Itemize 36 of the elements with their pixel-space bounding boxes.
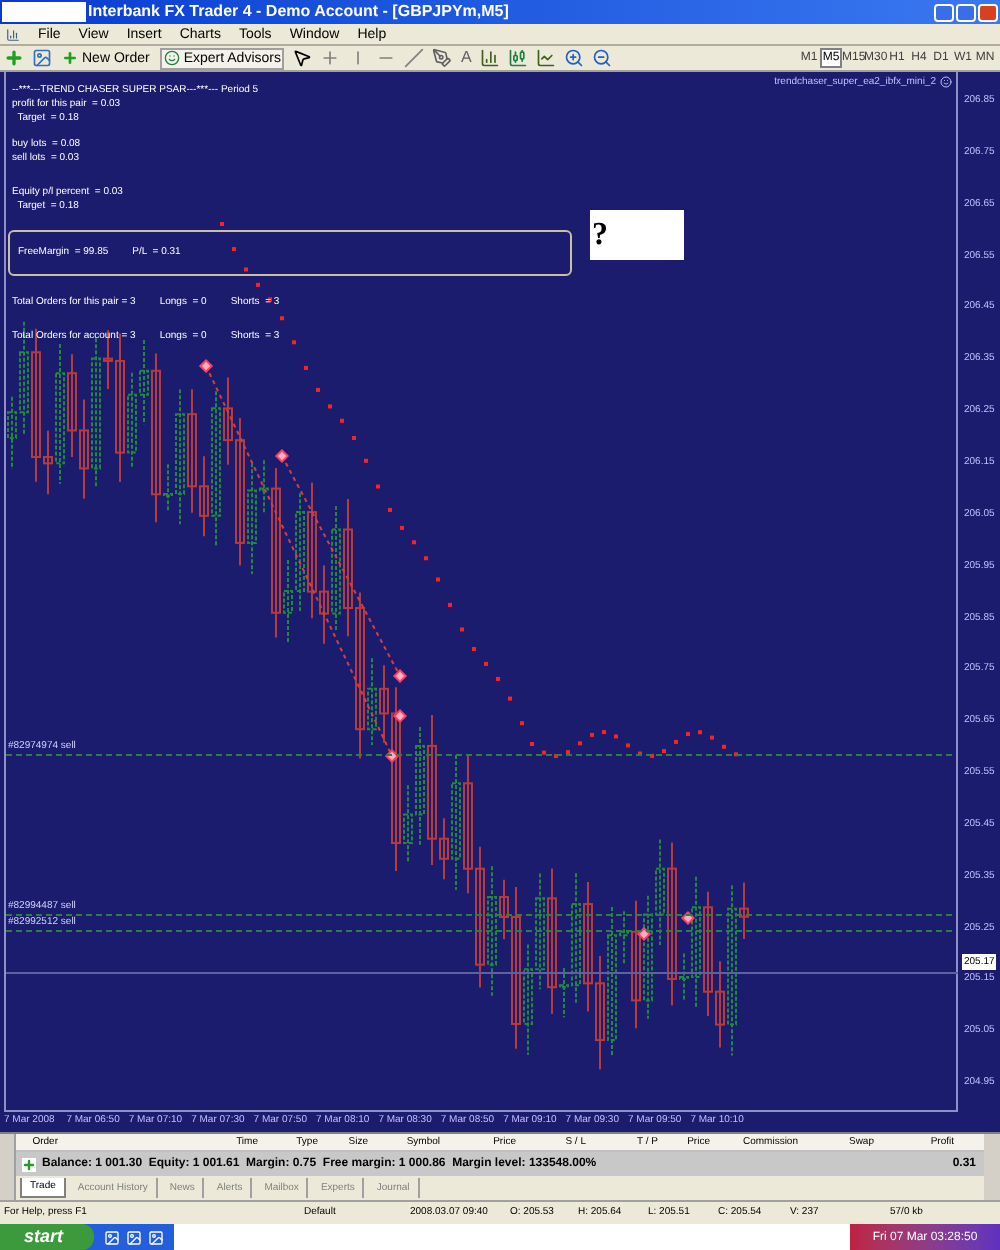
quick-launch-icon[interactable] bbox=[148, 1229, 164, 1245]
quick-launch-icon[interactable] bbox=[126, 1229, 142, 1245]
minimize-button[interactable] bbox=[934, 3, 954, 21]
zoom-out-icon[interactable] bbox=[591, 48, 612, 68]
text-tool[interactable]: A bbox=[460, 50, 472, 66]
trade-marker bbox=[680, 910, 696, 926]
zoom-in-icon[interactable] bbox=[563, 48, 584, 68]
trade-marker bbox=[198, 358, 214, 374]
pen-icon[interactable] bbox=[432, 48, 453, 68]
app-icon bbox=[6, 27, 20, 41]
profiles-icon[interactable] bbox=[32, 48, 52, 68]
trade-marker bbox=[392, 708, 408, 724]
cursor-icon[interactable] bbox=[292, 48, 313, 68]
panel-handle[interactable] bbox=[0, 1134, 16, 1200]
quick-launch-icon[interactable] bbox=[104, 1229, 120, 1245]
window-title: Interbank FX Trader 4 - Demo Account - [GBPJPYm,M5] bbox=[88, 4, 509, 20]
maximize-button[interactable] bbox=[956, 3, 976, 21]
start-button[interactable]: start bbox=[0, 1224, 94, 1250]
close-button[interactable] bbox=[978, 3, 998, 21]
trade-marker bbox=[274, 448, 290, 464]
add-icon bbox=[22, 1157, 36, 1171]
question-box: ? bbox=[590, 210, 684, 260]
smiley-icon bbox=[163, 50, 180, 66]
scrollbar[interactable] bbox=[984, 1134, 1000, 1200]
crosshair-icon[interactable] bbox=[320, 48, 341, 68]
bar-chart-icon[interactable] bbox=[479, 48, 500, 68]
blank-patch bbox=[2, 2, 86, 22]
line-chart-icon[interactable] bbox=[535, 48, 556, 68]
smiley-icon bbox=[940, 76, 952, 88]
trade-marker bbox=[636, 926, 652, 942]
plus-icon bbox=[62, 50, 78, 66]
candlestick-icon[interactable] bbox=[507, 48, 528, 68]
trade-marker bbox=[392, 668, 408, 684]
trendline-icon[interactable] bbox=[404, 48, 425, 68]
add-icon[interactable] bbox=[4, 48, 24, 68]
trade-marker bbox=[384, 748, 400, 764]
